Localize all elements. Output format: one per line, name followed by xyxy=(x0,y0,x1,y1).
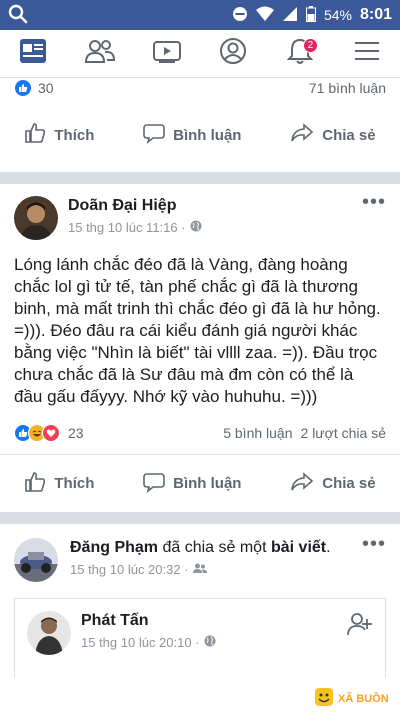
globe-icon xyxy=(190,220,202,235)
notification-badge: 2 xyxy=(302,37,318,53)
like-label: Thích xyxy=(54,126,95,144)
share-label: Chia sẻ xyxy=(322,126,376,144)
watermark-text: XÃ BUỒN xyxy=(338,693,389,705)
comment-button[interactable]: Bình luận xyxy=(143,471,241,497)
feed-separator xyxy=(0,512,400,524)
like-button[interactable]: Thích xyxy=(24,122,94,148)
inner-post-author[interactable]: Phát Tấn xyxy=(81,611,216,631)
post-author[interactable]: Đăng Phạm xyxy=(70,539,158,556)
inner-post-timestamp[interactable]: 15 thg 10 lúc 20:10 · xyxy=(81,635,200,650)
reaction-icons xyxy=(14,424,60,442)
comment-count[interactable]: 5 bình luận xyxy=(223,425,292,441)
reaction-count[interactable]: 23 xyxy=(68,425,84,441)
like-button[interactable]: Thích xyxy=(24,471,94,497)
globe-icon xyxy=(204,635,216,650)
friends-icon xyxy=(84,38,115,69)
tab-menu[interactable] xyxy=(347,34,387,74)
shared-post-link[interactable]: bài viết xyxy=(271,539,326,556)
hamburger-menu-icon xyxy=(354,40,380,67)
post-actions: Thích Bình luận Chia sẻ xyxy=(0,454,400,512)
shared-post: Đăng Phạm đã chia sẻ một bài viết. 15 th… xyxy=(0,524,400,678)
tab-friends[interactable] xyxy=(80,34,120,74)
feed-separator xyxy=(0,172,400,184)
top-nav: 2 xyxy=(0,30,400,78)
share-arrow-icon xyxy=(290,122,314,148)
share-count[interactable]: 2 lượt chia sẻ xyxy=(301,425,386,441)
avatar[interactable] xyxy=(14,538,58,582)
comment-icon xyxy=(143,471,165,497)
post: Doãn Đại Hiệp 15 thg 10 lúc 11:16 · ••• … xyxy=(0,184,400,512)
signal-icon xyxy=(282,6,298,25)
post-timestamp[interactable]: 15 thg 10 lúc 20:32 · xyxy=(70,562,189,577)
post-header: Doãn Đại Hiệp 15 thg 10 lúc 11:16 · ••• xyxy=(0,184,400,240)
thumbs-up-icon xyxy=(24,471,46,497)
post-reactions: 23 5 bình luận 2 lượt chia sẻ xyxy=(0,418,400,448)
tab-profile[interactable] xyxy=(213,34,253,74)
search-icon[interactable] xyxy=(8,4,28,27)
comment-count[interactable]: 71 bình luận xyxy=(309,80,386,96)
add-friend-icon[interactable] xyxy=(347,611,373,642)
post-author[interactable]: Doãn Đại Hiệp xyxy=(68,196,202,216)
shared-text: đã chia sẻ một xyxy=(162,539,267,556)
comment-label: Bình luận xyxy=(173,126,242,144)
wifi-icon xyxy=(255,6,274,25)
comment-label: Bình luận xyxy=(173,475,242,492)
news-feed-icon xyxy=(19,38,47,69)
tab-notifications[interactable]: 2 xyxy=(280,34,320,74)
like-label: Thích xyxy=(54,475,95,492)
shared-period: . xyxy=(326,539,331,556)
tab-news-feed[interactable] xyxy=(13,34,53,74)
tab-watch[interactable] xyxy=(147,34,187,74)
status-bar: 54% 8:01 xyxy=(0,0,400,30)
share-label: Chia sẻ xyxy=(322,475,376,492)
like-reaction-icon xyxy=(14,79,32,97)
post-header: Đăng Phạm đã chia sẻ một bài viết. 15 th… xyxy=(0,524,400,582)
thumbs-up-icon xyxy=(24,122,46,148)
clock: 8:01 xyxy=(359,6,392,23)
more-options-icon[interactable]: ••• xyxy=(362,192,386,212)
friends-audience-icon xyxy=(192,562,207,577)
watch-icon xyxy=(152,39,181,68)
battery-percent: 54% xyxy=(323,7,352,23)
comment-button[interactable]: Bình luận xyxy=(143,122,241,148)
reaction-icons xyxy=(14,79,32,97)
more-options-icon[interactable]: ••• xyxy=(362,534,386,554)
battery-icon xyxy=(305,5,316,25)
news-feed: 30 71 bình luận Thích Bình luận Chia sẻ xyxy=(0,78,400,678)
love-reaction-icon xyxy=(42,424,60,442)
post-timestamp[interactable]: 15 thg 10 lúc 11:16 · xyxy=(68,220,186,235)
smiley-logo-icon xyxy=(314,687,334,712)
do-not-disturb-icon xyxy=(232,6,248,25)
watermark-logo: XÃ BUỒN xyxy=(314,686,394,712)
profile-icon xyxy=(219,37,247,70)
inner-post-header: Phát Tấn 15 thg 10 lúc 20:10 · xyxy=(15,599,385,655)
shared-content-card[interactable]: Phát Tấn 15 thg 10 lúc 20:10 · xyxy=(14,598,386,678)
share-button[interactable]: Chia sẻ xyxy=(290,122,376,148)
post-text: Lóng lánh chắc đéo đã là Vàng, đàng hoàn… xyxy=(14,255,381,406)
comment-icon xyxy=(143,122,165,148)
avatar[interactable] xyxy=(27,611,71,655)
avatar[interactable] xyxy=(14,196,58,240)
prev-post-reactions: 30 71 bình luận xyxy=(0,78,400,98)
share-button[interactable]: Chia sẻ xyxy=(290,471,376,497)
reaction-count[interactable]: 30 xyxy=(38,80,54,96)
share-arrow-icon xyxy=(290,471,314,497)
prev-post-actions: Thích Bình luận Chia sẻ xyxy=(0,98,400,172)
